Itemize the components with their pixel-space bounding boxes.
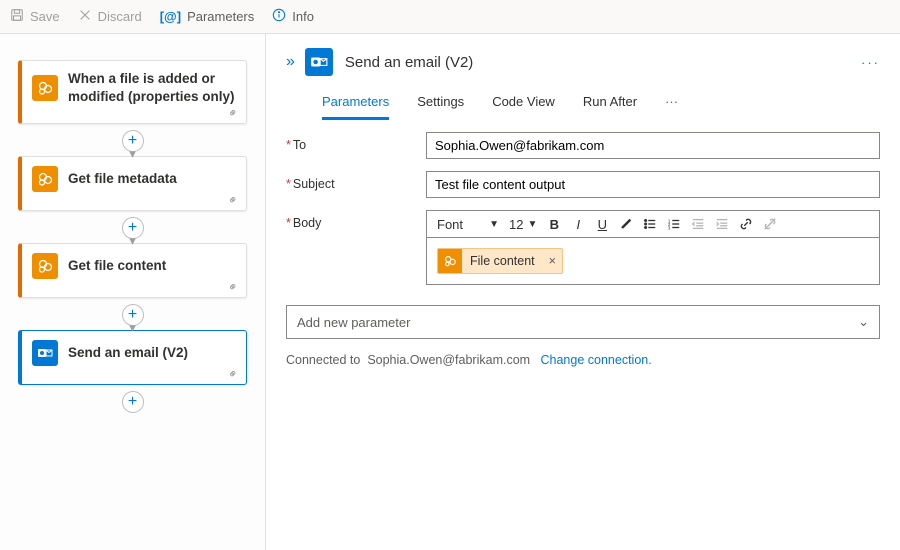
bold-button[interactable]: B — [543, 213, 565, 235]
details-panel: » Send an email (V2) ··· Parameters Sett… — [266, 34, 900, 550]
chevron-down-icon: ▼ — [527, 219, 537, 230]
outlook-icon — [305, 48, 333, 76]
app-toolbar: Save Discard [@] Parameters Info — [0, 0, 900, 34]
tab-more[interactable]: ··· — [665, 94, 678, 120]
subject-label: *Subject — [286, 171, 426, 191]
sharepoint-icon — [32, 166, 58, 192]
sharepoint-icon — [32, 253, 58, 279]
discard-icon — [78, 8, 92, 25]
add-parameter-dropdown[interactable]: Add new parameter ⌄ — [286, 305, 880, 339]
indent-button[interactable] — [711, 213, 733, 235]
info-label: Info — [292, 9, 314, 24]
body-editor[interactable]: File content × — [426, 238, 880, 285]
link-button[interactable] — [735, 213, 757, 235]
info-icon — [272, 8, 286, 25]
trigger-node[interactable]: When a file is added or modified (proper… — [18, 60, 247, 124]
action-node-content[interactable]: Get file content ⚭ — [18, 243, 247, 298]
arrow-icon: ▾ — [129, 152, 136, 156]
connection-icon: ⚭ — [224, 191, 241, 208]
color-button[interactable] — [615, 213, 637, 235]
rte-toolbar: Font ▼ 12▼ B I U 123 — [426, 210, 880, 238]
parameters-button[interactable]: [@] Parameters — [160, 9, 255, 24]
save-label: Save — [30, 9, 60, 24]
action-node-metadata[interactable]: Get file metadata ⚭ — [18, 156, 247, 211]
token-remove-button[interactable]: × — [543, 254, 562, 268]
chevron-down-icon: ▼ — [489, 219, 499, 230]
connection-icon: ⚭ — [224, 105, 241, 122]
dynamic-content-token[interactable]: File content × — [437, 248, 563, 274]
number-list-button[interactable]: 123 — [663, 213, 685, 235]
info-button[interactable]: Info — [272, 8, 314, 25]
add-parameter-label: Add new parameter — [297, 315, 410, 330]
underline-button[interactable]: U — [591, 213, 613, 235]
connection-icon: ⚭ — [224, 365, 241, 382]
workflow-canvas: When a file is added or modified (proper… — [0, 34, 266, 550]
sharepoint-icon — [438, 249, 462, 273]
panel-more-button[interactable]: ··· — [861, 55, 880, 70]
save-icon — [10, 8, 24, 25]
bullet-list-button[interactable] — [639, 213, 661, 235]
change-connection-link[interactable]: Change connection. — [541, 353, 652, 367]
node-title: When a file is added or modified (proper… — [68, 70, 236, 105]
connection-icon: ⚭ — [224, 278, 241, 295]
node-title: Send an email (V2) — [68, 344, 188, 362]
to-input[interactable] — [426, 132, 880, 159]
subject-input[interactable] — [426, 171, 880, 198]
collapse-panel-button[interactable]: » — [286, 53, 291, 71]
chevron-down-icon: ⌄ — [858, 314, 869, 330]
token-label: File content — [462, 254, 543, 268]
connection-info: Connected to Sophia.Owen@fabrikam.com Ch… — [286, 353, 880, 367]
parameters-icon: [@] — [160, 9, 181, 24]
arrow-icon: ▾ — [129, 326, 136, 330]
svg-text:3: 3 — [668, 225, 671, 230]
italic-button[interactable]: I — [567, 213, 589, 235]
tab-settings[interactable]: Settings — [417, 94, 464, 120]
save-button[interactable]: Save — [10, 8, 60, 25]
panel-title: Send an email (V2) — [345, 54, 473, 71]
font-select[interactable]: Font ▼ — [433, 215, 503, 234]
discard-button[interactable]: Discard — [78, 8, 142, 25]
to-label: *To — [286, 132, 426, 152]
node-title: Get file metadata — [68, 170, 177, 188]
parameters-label: Parameters — [187, 9, 254, 24]
font-size-select[interactable]: 12▼ — [505, 215, 541, 234]
outdent-button[interactable] — [687, 213, 709, 235]
unlink-button[interactable] — [759, 213, 781, 235]
sharepoint-icon — [32, 75, 58, 101]
connected-account: Sophia.Owen@fabrikam.com — [367, 353, 530, 367]
action-node-email[interactable]: Send an email (V2) ⚭ — [18, 330, 247, 385]
body-label: *Body — [286, 210, 426, 230]
tab-parameters[interactable]: Parameters — [322, 94, 389, 120]
add-step-button[interactable]: + — [122, 391, 144, 413]
node-title: Get file content — [68, 257, 166, 275]
discard-label: Discard — [98, 9, 142, 24]
outlook-icon — [32, 340, 58, 366]
tab-run-after[interactable]: Run After — [583, 94, 637, 120]
arrow-icon: ▾ — [129, 239, 136, 243]
tab-code-view[interactable]: Code View — [492, 94, 555, 120]
panel-tabs: Parameters Settings Code View Run After … — [322, 94, 880, 120]
